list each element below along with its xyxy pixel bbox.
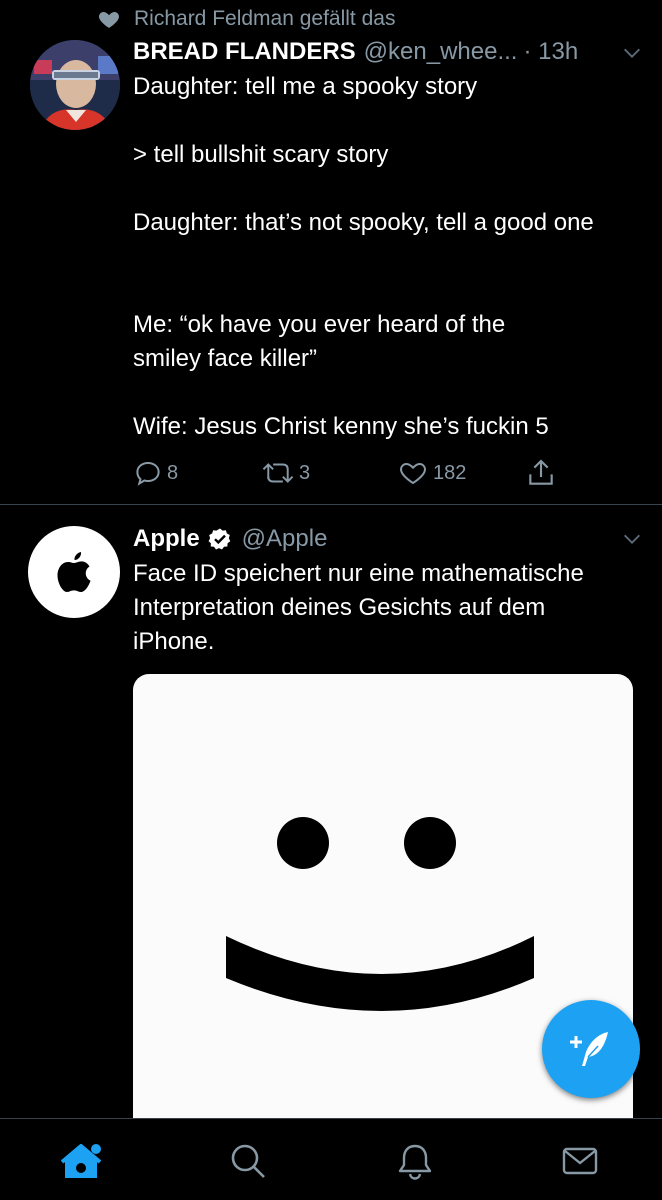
heart-icon	[99, 12, 119, 28]
reply-button[interactable]: 8	[133, 455, 178, 491]
avatar[interactable]	[30, 40, 120, 130]
verified-badge-icon	[208, 528, 230, 550]
reply-icon	[136, 461, 160, 486]
tweet-header: BREAD FLANDERS @ken_whee... · 13h	[133, 36, 643, 68]
compose-tweet-button[interactable]	[542, 1000, 640, 1098]
author-handle[interactable]: @Apple	[242, 525, 328, 553]
messages-icon	[562, 1147, 598, 1175]
divider	[0, 504, 662, 505]
retweet-button[interactable]: 3	[261, 455, 310, 491]
tweet-text-line: > tell bullshit scary story	[133, 141, 389, 168]
tweet-header: Apple @Apple	[133, 522, 643, 556]
home-icon	[60, 1144, 102, 1178]
tweet-text: Face ID speichert nur eine mathematische…	[133, 560, 591, 655]
tweet-actions: 8 3 182	[133, 455, 563, 491]
author-name[interactable]: Apple	[133, 525, 200, 553]
search-icon	[231, 1144, 265, 1178]
tweet-time: · 13h	[523, 38, 579, 65]
author-handle[interactable]: @ken_whee...	[364, 38, 518, 66]
bottom-tab-bar	[0, 1118, 662, 1200]
tweet-text-line: Daughter: tell me a spooky story	[133, 73, 478, 100]
tweet-text-line: Wife: Jesus Christ kenny she’s fuckin 5	[133, 413, 549, 440]
like-count: 182	[433, 461, 467, 484]
tab-home[interactable]	[58, 1137, 106, 1185]
reply-count: 8	[167, 461, 179, 484]
compose-feather-icon	[570, 1032, 608, 1066]
share-button[interactable]	[525, 455, 561, 491]
notifications-icon	[398, 1144, 432, 1180]
retweet-icon	[262, 463, 294, 483]
chevron-down-icon[interactable]	[621, 42, 643, 64]
avatar[interactable]	[28, 526, 120, 618]
retweet-count: 3	[299, 461, 311, 484]
tab-search[interactable]	[224, 1137, 272, 1185]
chevron-down-icon[interactable]	[621, 528, 643, 550]
social-context-text: Richard Feldman gefällt das	[134, 7, 396, 30]
tab-messages[interactable]	[556, 1137, 604, 1185]
apple-logo-icon	[57, 552, 91, 592]
timeline-feed: Richard Feldman gefällt das BREAD FLANDE…	[0, 0, 662, 1118]
author-name[interactable]: BREAD FLANDERS	[133, 38, 356, 66]
social-context: Richard Feldman gefällt das	[96, 4, 395, 34]
tweet-text-line: Daughter: that’s not spooky, tell a good…	[133, 209, 594, 236]
tweet-text-line: Me: “ok have you ever heard of the smile…	[133, 311, 512, 372]
like-icon	[400, 462, 426, 485]
share-icon	[529, 459, 553, 485]
tab-notifications[interactable]	[391, 1137, 439, 1185]
like-button[interactable]: 182	[397, 455, 466, 491]
